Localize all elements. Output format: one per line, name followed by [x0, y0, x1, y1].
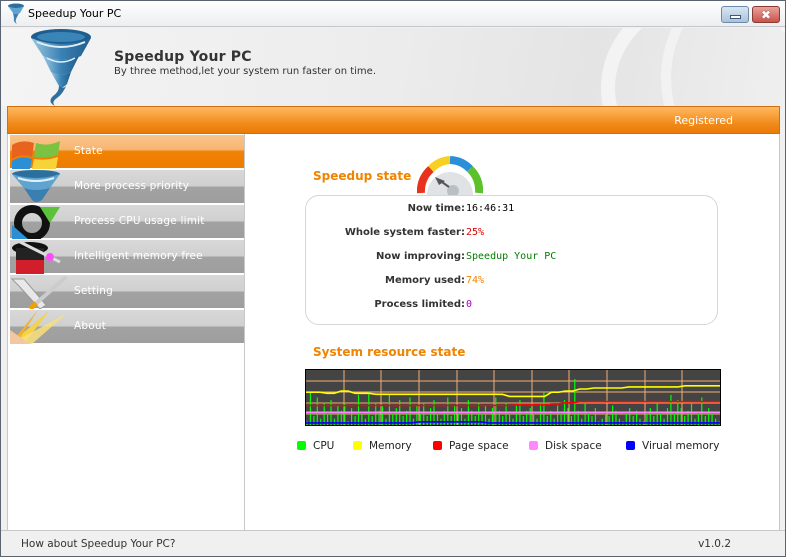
windows-logo-icon — [12, 141, 60, 169]
app-title: Speedup Your PC — [114, 49, 252, 65]
sidebar-item-about[interactable]: About — [10, 309, 244, 344]
magic-hat-icon — [12, 240, 61, 274]
memory-used-value: 74% — [466, 275, 485, 286]
light-burst-icon — [10, 310, 66, 344]
refresh-arrows-icon — [12, 205, 60, 239]
registration-status: Registered — [674, 114, 733, 127]
resource-state-title: System resource state — [313, 345, 466, 359]
legend-label: Disk space — [545, 440, 602, 452]
main-panel: Speedup state Now time: 16:46:31 Whole s… — [245, 134, 780, 530]
legend-swatch — [433, 441, 442, 450]
status-banner: Registered — [7, 106, 780, 134]
sidebar-nav: State More process priority Process CPU … — [7, 134, 245, 530]
whole-system-faster-value: 25% — [466, 227, 485, 238]
legend-swatch — [353, 441, 362, 450]
sidebar-item-label: Setting — [74, 285, 113, 297]
state-row-whole-system-faster: Whole system faster: 25% — [306, 227, 717, 241]
wrench-screwdriver-icon — [10, 275, 68, 309]
tornado-icon — [12, 170, 60, 202]
state-label: Whole system faster: — [344, 227, 465, 238]
sidebar-item-label: About — [74, 320, 107, 332]
resource-chart-svg — [306, 370, 720, 425]
legend-label: Virual memory — [642, 440, 720, 452]
speedup-state-panel: Now time: 16:46:31 Whole system faster: … — [305, 195, 718, 325]
chart-legend: CPU Memory Page space Disk space Virual … — [297, 440, 737, 456]
series-memory — [306, 385, 720, 398]
resource-chart — [305, 369, 721, 426]
minimize-icon — [729, 15, 741, 19]
state-label: Memory used: — [385, 275, 465, 286]
now-time-value: 16:46:31 — [466, 203, 515, 214]
speedometer-gauge-icon — [417, 156, 483, 195]
status-message[interactable]: How about Speedup Your PC? — [21, 538, 175, 550]
sidebar-item-label: More process priority — [74, 180, 190, 192]
version-label: v1.0.2 — [698, 538, 731, 550]
state-row-memory-used: Memory used: 74% — [306, 275, 717, 289]
legend-label: Memory — [369, 440, 412, 452]
now-improving-value: Speedup Your PC — [466, 251, 557, 262]
sidebar-item-setting[interactable]: Setting — [10, 274, 244, 309]
legend-swatch — [297, 441, 306, 450]
state-row-process-limited: Process limited: 0 — [306, 299, 717, 313]
window-title: Speedup Your PC — [28, 7, 122, 20]
sidebar-item-intelligent-memory-free[interactable]: Intelligent memory free — [10, 239, 244, 274]
legend-label: Page space — [449, 440, 509, 452]
speedup-state-title: Speedup state — [313, 169, 412, 183]
sidebar-item-label: Process CPU usage limit — [74, 215, 205, 227]
tornado-app-icon — [8, 3, 24, 24]
app-header: Speedup Your PC By three method,let your… — [1, 28, 785, 106]
legend-swatch — [626, 441, 635, 450]
status-bar: How about Speedup Your PC? v1.0.2 — [1, 530, 785, 556]
sidebar-item-process-cpu-usage-limit[interactable]: Process CPU usage limit — [10, 204, 244, 239]
legend-label: CPU — [313, 440, 335, 452]
process-limited-value: 0 — [466, 299, 473, 310]
state-row-now-improving: Now improving: Speedup Your PC — [306, 251, 717, 265]
sidebar-item-label: State — [74, 145, 103, 157]
tornado-logo-icon — [31, 29, 91, 106]
app-subtitle: By three method,let your system run fast… — [114, 66, 377, 77]
sidebar-item-more-process-priority[interactable]: More process priority — [10, 169, 244, 203]
close-button[interactable]: ✖ — [752, 6, 780, 23]
state-label: Process limited: — [374, 299, 465, 310]
sidebar-item-state[interactable]: State — [10, 134, 244, 169]
app-window: Speedup Your PC ✖ Speedup Your PC By thr… — [0, 0, 786, 557]
close-icon: ✖ — [760, 7, 772, 22]
title-bar[interactable]: Speedup Your PC ✖ — [1, 1, 785, 27]
sidebar-item-label: Intelligent memory free — [74, 250, 203, 262]
state-row-now-time: Now time: 16:46:31 — [306, 203, 717, 217]
state-label: Now improving: — [376, 251, 465, 262]
minimize-button[interactable] — [721, 6, 749, 23]
state-label: Now time: — [407, 203, 465, 214]
legend-swatch — [529, 441, 538, 450]
decorative-swoosh — [661, 28, 785, 106]
series-page-space — [306, 400, 720, 407]
